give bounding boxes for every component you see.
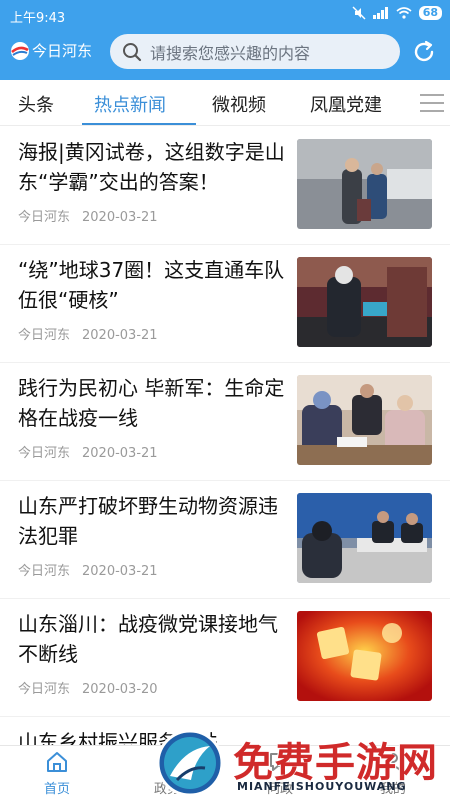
news-item[interactable]: “绕”地球37圈！这支直通车队伍很“硬核” 今日河东 2020-03-21: [0, 245, 450, 363]
watermark-logo-icon: [156, 729, 224, 797]
logo-globe-icon: [11, 41, 29, 60]
news-meta: 今日河东 2020-03-21: [18, 442, 158, 461]
news-title: 山东严打破坏野生动物资源违法犯罪: [18, 494, 278, 548]
news-meta: 今日河东 2020-03-21: [18, 206, 158, 225]
status-time: 上午9:43: [10, 11, 66, 26]
tab-hot-news[interactable]: 热点新闻: [94, 91, 166, 117]
news-item[interactable]: 山东严打破坏野生动物资源违法犯罪 今日河东 2020-03-21: [0, 481, 450, 599]
news-source: 今日河东: [18, 446, 71, 461]
tab-menu-icon[interactable]: [420, 94, 444, 114]
news-date: 2020-03-21: [82, 564, 158, 579]
home-icon: [47, 752, 67, 772]
category-tabs: 头条 热点新闻 微视频 凤凰党建: [0, 80, 450, 126]
refresh-icon[interactable]: [412, 40, 436, 64]
app-logo[interactable]: 今日河东: [10, 40, 92, 61]
battery-level: 68: [418, 6, 442, 20]
news-thumbnail: [297, 257, 432, 347]
news-meta: 今日河东 2020-03-20: [18, 678, 158, 697]
news-meta: 今日河东 2020-03-21: [18, 560, 158, 579]
news-item[interactable]: 山东淄川：战疫微党课接地气不断线 今日河东 2020-03-20: [0, 599, 450, 717]
news-thumbnail: [297, 375, 432, 465]
search-icon: [123, 42, 142, 61]
news-meta: 今日河东 2020-03-21: [18, 324, 158, 343]
wifi-icon: [396, 7, 412, 19]
news-thumbnail: [297, 493, 432, 583]
tab-micro-video[interactable]: 微视频: [212, 91, 266, 117]
status-icons: 68: [352, 6, 442, 20]
active-tab-indicator: [82, 123, 196, 125]
news-date: 2020-03-21: [82, 446, 158, 461]
nav-home-label: 首页: [43, 782, 70, 797]
news-title: 山东淄川：战疫微党课接地气不断线: [18, 612, 278, 666]
watermark-subtext: MIANFEISHOUYOUWANG: [237, 780, 407, 793]
news-thumbnail: [297, 139, 432, 229]
tab-headlines[interactable]: 头条: [18, 91, 54, 117]
status-bar: 上午9:43 68: [0, 0, 450, 30]
news-source: 今日河东: [18, 564, 71, 579]
news-thumbnail: [297, 611, 432, 701]
news-source: 今日河东: [18, 682, 71, 697]
mute-icon: [352, 6, 366, 20]
news-date: 2020-03-20: [82, 682, 158, 697]
news-date: 2020-03-21: [82, 210, 158, 225]
watermark: 免费手游网 MIANFEISHOUYOUWANG: [155, 728, 450, 800]
signal-icon: [372, 7, 388, 19]
news-item[interactable]: 海报|黄冈试卷，这组数字是山东“学霸”交出的答案！ 今日河东 2020-03-21: [0, 127, 450, 245]
top-header: 上午9:43 68 今日河东 请搜索您感兴趣的内容: [0, 0, 450, 80]
tab-party-building[interactable]: 凤凰党建: [310, 91, 382, 117]
news-title: 践行为民初心 毕新军：生命定格在战疫一线: [18, 376, 285, 430]
news-source: 今日河东: [18, 328, 71, 343]
search-placeholder: 请搜索您感兴趣的内容: [150, 43, 311, 63]
news-title: “绕”地球37圈！这支直通车队伍很“硬核”: [18, 258, 285, 312]
news-title: 海报|黄冈试卷，这组数字是山东“学霸”交出的答案！: [18, 140, 285, 194]
nav-home[interactable]: 首页: [27, 750, 87, 797]
news-item[interactable]: 践行为民初心 毕新军：生命定格在战疫一线 今日河东 2020-03-21: [0, 363, 450, 481]
search-input[interactable]: 请搜索您感兴趣的内容: [110, 34, 400, 69]
news-source: 今日河东: [18, 210, 71, 225]
logo-text: 今日河东: [32, 42, 93, 60]
news-date: 2020-03-21: [82, 328, 158, 343]
